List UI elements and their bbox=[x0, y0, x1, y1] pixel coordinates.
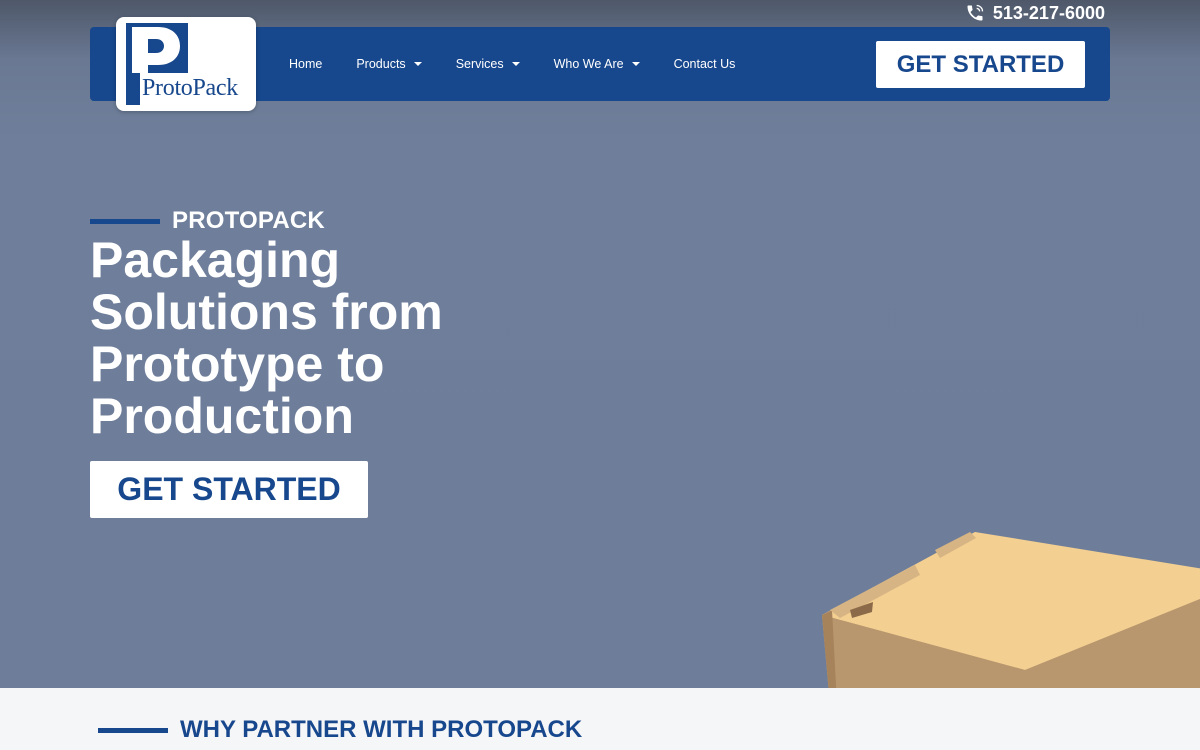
logo-wordmark: ProtoPack bbox=[142, 75, 238, 101]
eyebrow-divider bbox=[90, 218, 160, 224]
nav-services[interactable]: Services bbox=[456, 57, 520, 71]
phone-contact[interactable]: 513-217-6000 bbox=[965, 2, 1105, 24]
why-partner-heading: WHY PARTNER WITH PROTOPACK bbox=[98, 716, 582, 744]
nav-products-label: Products bbox=[356, 57, 406, 71]
eyebrow-text: PROTOPACK bbox=[172, 207, 325, 234]
nav-contact-us-label: Contact Us bbox=[673, 57, 736, 71]
cardboard-box-image bbox=[740, 520, 1200, 688]
nav-products[interactable]: Products bbox=[356, 57, 422, 71]
chevron-down-icon bbox=[631, 62, 640, 66]
nav-contact-us[interactable]: Contact Us bbox=[674, 57, 736, 71]
why-partner-title: WHY PARTNER WITH PROTOPACK bbox=[180, 716, 583, 743]
nav-home-label: Home bbox=[289, 57, 323, 71]
get-started-button-hero[interactable]: GET STARTED bbox=[90, 461, 368, 518]
nav-menu: Home Products Services Who We Are Contac… bbox=[289, 27, 769, 101]
why-divider bbox=[98, 727, 168, 733]
get-started-button-nav[interactable]: GET STARTED bbox=[876, 41, 1085, 88]
logo[interactable]: ProtoPack bbox=[116, 17, 256, 111]
hero-eyebrow: PROTOPACK bbox=[90, 207, 325, 235]
phone-icon bbox=[965, 3, 985, 23]
chevron-down-icon bbox=[413, 62, 422, 66]
chevron-down-icon bbox=[511, 62, 520, 66]
phone-number[interactable]: 513-217-6000 bbox=[993, 3, 1105, 24]
nav-who-we-are[interactable]: Who We Are bbox=[554, 57, 640, 71]
nav-home[interactable]: Home bbox=[289, 57, 322, 71]
nav-services-label: Services bbox=[455, 57, 504, 71]
nav-who-we-are-label: Who We Are bbox=[553, 57, 624, 71]
hero-headline: Packaging Solutions from Prototype to Pr… bbox=[90, 232, 443, 444]
